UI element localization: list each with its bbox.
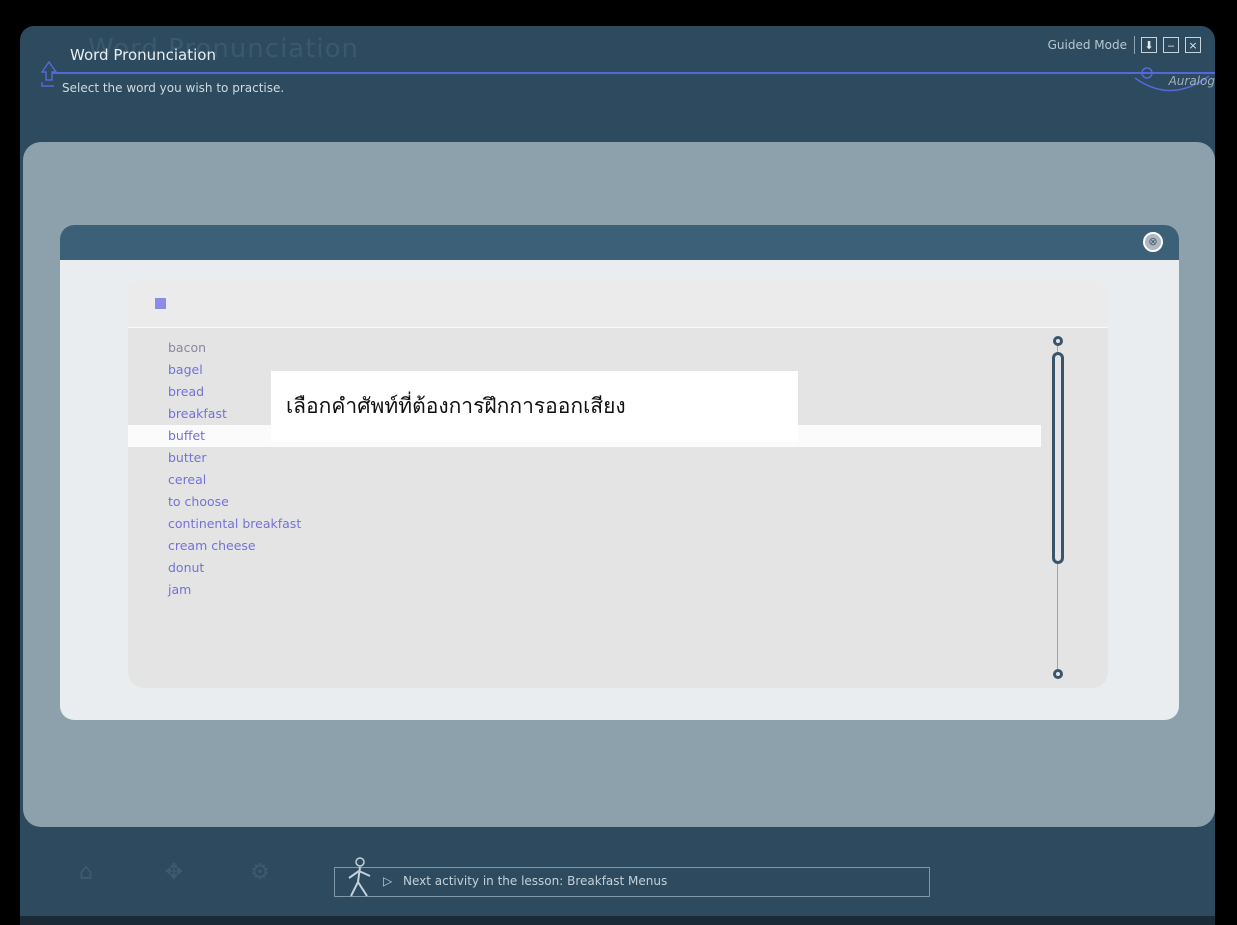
word-selection-dialog: ⊗ bacon bagel bread breakfast buffet but… — [60, 225, 1179, 720]
title-divider — [52, 72, 1215, 74]
scrollbar[interactable] — [1052, 336, 1064, 680]
bottom-strip — [20, 916, 1215, 925]
scrollbar-thumb[interactable] — [1052, 352, 1064, 564]
page-title: Word Pronunciation — [70, 46, 216, 64]
content-area: ⊗ bacon bagel bread breakfast buffet but… — [23, 142, 1215, 827]
footer-toolbar: ⌂ ✥ ⚙ ▷ Next activity in the lesson: Bre… — [20, 846, 1215, 925]
tools-icon[interactable]: ⚙ — [242, 860, 278, 896]
next-activity-label: Next activity in the lesson: Breakfast M… — [403, 874, 668, 888]
list-header — [128, 280, 1108, 328]
guided-mode-label[interactable]: Guided Mode — [1048, 38, 1127, 52]
home-arrow-icon — [40, 60, 58, 87]
app-window: Word Pronunciation Word Pronunciation Se… — [20, 26, 1215, 925]
play-icon: ▷ — [383, 874, 393, 888]
scroll-down-knob[interactable] — [1053, 669, 1063, 679]
walking-person-icon — [348, 857, 371, 897]
header: Word Pronunciation Word Pronunciation Se… — [20, 26, 1215, 136]
word-item-butter[interactable]: butter — [128, 447, 1041, 469]
list-header-square-icon — [155, 298, 166, 309]
word-item-bacon[interactable]: bacon — [128, 337, 1041, 359]
word-item-donut[interactable]: donut — [128, 557, 1041, 579]
auralog-logo: Auralog — [1168, 74, 1215, 88]
thai-instruction-tooltip: เลือกคำศัพท์ที่ต้องการฝึกการออกเสียง — [271, 371, 798, 442]
next-activity-bar[interactable]: ▷ Next activity in the lesson: Breakfast… — [334, 857, 930, 897]
mode-separator — [1134, 36, 1135, 54]
word-item-continental-breakfast[interactable]: continental breakfast — [128, 513, 1041, 535]
lock-icon[interactable]: ⌂ — [68, 860, 104, 896]
scroll-up-knob[interactable] — [1053, 336, 1063, 346]
close-dialog-icon[interactable]: ⊗ — [1143, 232, 1163, 252]
download-button[interactable]: ⬇ — [1141, 37, 1157, 53]
close-window-button[interactable]: × — [1185, 37, 1201, 53]
navigate-icon[interactable]: ✥ — [156, 860, 192, 896]
dialog-title-bar: ⊗ — [60, 225, 1179, 260]
page-subtitle: Select the word you wish to practise. — [62, 81, 285, 95]
minimize-button[interactable]: ‒ — [1163, 37, 1179, 53]
word-list-panel: bacon bagel bread breakfast buffet butte… — [128, 280, 1108, 688]
word-item-to-choose[interactable]: to choose — [128, 491, 1041, 513]
word-item-jam[interactable]: jam — [128, 579, 1041, 601]
word-item-cereal[interactable]: cereal — [128, 469, 1041, 491]
word-item-cream-cheese[interactable]: cream cheese — [128, 535, 1041, 557]
